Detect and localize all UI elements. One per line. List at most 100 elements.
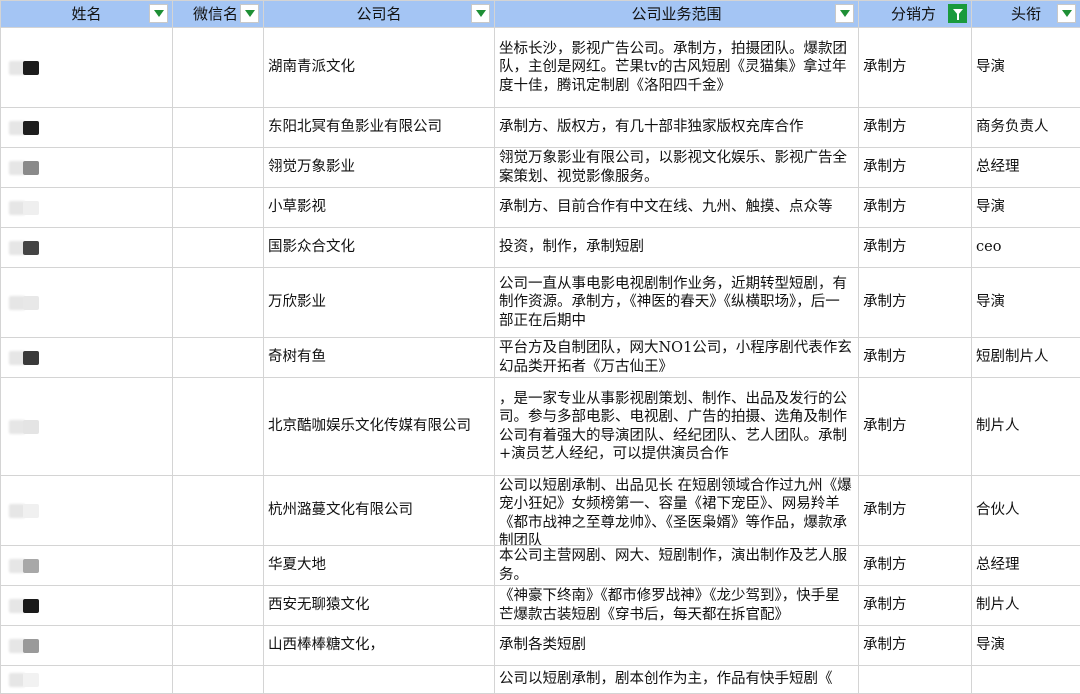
wechat-cell[interactable] <box>173 228 264 268</box>
scope-cell[interactable]: 坐标长沙，影视广告公司。承制方，拍摄团队。爆款团队，主创是网红。芒果tv的古风短… <box>495 28 859 108</box>
scope-cell[interactable]: 承制方、版权方，有几十部非独家版权充库合作 <box>495 108 859 148</box>
scope-cell[interactable]: 《神豪下终南》《都市修罗战神》《龙少驾到》，快手星芒爆款古装短剧《穿书后，每天都… <box>495 586 859 626</box>
scope-cell[interactable]: 承制各类短剧 <box>495 626 859 666</box>
title-cell[interactable]: 导演 <box>972 188 1080 228</box>
title-cell[interactable]: 商务负责人 <box>972 108 1080 148</box>
company-cell[interactable] <box>264 666 495 694</box>
company-text: 湖南青派文化 <box>268 59 355 75</box>
company-cell[interactable]: 北京酷咖娱乐文化传媒有限公司 <box>264 378 495 476</box>
wechat-cell[interactable] <box>173 626 264 666</box>
table-row[interactable]: 东阳北冥有鱼影业有限公司承制方、版权方，有几十部非独家版权充库合作承制方商务负责… <box>1 108 1080 148</box>
company-cell[interactable]: 湖南青派文化 <box>264 28 495 108</box>
title-cell[interactable]: 总经理 <box>972 546 1080 586</box>
scope-cell[interactable]: 本公司主营网剧、网大、短剧制作，演出制作及艺人服务。 <box>495 546 859 586</box>
filter-active-button[interactable] <box>948 4 967 23</box>
company-cell[interactable]: 西安无聊猿文化 <box>264 586 495 626</box>
distributor-cell[interactable]: 承制方 <box>859 108 972 148</box>
distributor-cell[interactable]: 承制方 <box>859 148 972 188</box>
wechat-cell[interactable] <box>173 28 264 108</box>
name-cell[interactable] <box>1 626 173 666</box>
distributor-cell[interactable]: 承制方 <box>859 228 972 268</box>
company-cell[interactable]: 小草影视 <box>264 188 495 228</box>
wechat-cell[interactable] <box>173 476 264 546</box>
filter-dropdown-button[interactable] <box>149 4 168 23</box>
name-cell[interactable] <box>1 378 173 476</box>
name-cell[interactable] <box>1 338 173 378</box>
title-cell[interactable]: 导演 <box>972 268 1080 338</box>
company-cell[interactable]: 华夏大地 <box>264 546 495 586</box>
scope-cell[interactable]: 承制方、目前合作有中文在线、九州、触摸、点众等 <box>495 188 859 228</box>
table-row[interactable]: 山西棒棒糖文化，承制各类短剧承制方导演 <box>1 626 1080 666</box>
distributor-cell[interactable]: 承制方 <box>859 338 972 378</box>
name-cell[interactable] <box>1 546 173 586</box>
wechat-cell[interactable] <box>173 108 264 148</box>
table-row[interactable]: 国影众合文化投资，制作，承制短剧承制方ceo <box>1 228 1080 268</box>
title-cell[interactable]: 制片人 <box>972 378 1080 476</box>
company-cell[interactable]: 山西棒棒糖文化， <box>264 626 495 666</box>
company-cell[interactable]: 奇树有鱼 <box>264 338 495 378</box>
title-cell[interactable]: 制片人 <box>972 586 1080 626</box>
distributor-cell[interactable]: 承制方 <box>859 378 972 476</box>
title-cell[interactable]: 总经理 <box>972 148 1080 188</box>
distributor-cell[interactable]: 承制方 <box>859 28 972 108</box>
table-row[interactable]: 翎觉万象影业翎觉万象影业有限公司，以影视文化娱乐、影视广告全案策划、视觉影像服务… <box>1 148 1080 188</box>
table-row[interactable]: 湖南青派文化 坐标长沙，影视广告公司。承制方，拍摄团队。爆款团队，主创是网红。芒果… <box>1 28 1080 108</box>
scope-cell[interactable]: 公司以短剧承制，剧本创作为主，作品有快手短剧《 <box>495 666 859 694</box>
filter-dropdown-button[interactable] <box>240 4 259 23</box>
distributor-cell[interactable] <box>859 666 972 694</box>
wechat-cell[interactable] <box>173 586 264 626</box>
name-cell[interactable] <box>1 148 173 188</box>
name-cell[interactable] <box>1 228 173 268</box>
wechat-cell[interactable] <box>173 148 264 188</box>
title-cell[interactable] <box>972 666 1080 694</box>
name-cell[interactable] <box>1 476 173 546</box>
scope-cell[interactable]: 公司一直从事电影电视剧制作业务，近期转型短剧，有制作资源。承制方，《神医的春天》… <box>495 268 859 338</box>
title-cell[interactable]: 合伙人 <box>972 476 1080 546</box>
scope-cell[interactable]: 平台方及自制团队，网大NO1公司，小程序剧代表作玄幻品类开拓者《万古仙王》 <box>495 338 859 378</box>
table-row[interactable]: 杭州潞蔓文化有限公司公司以短剧承制、出品见长 在短剧领域合作过九州《爆宠小狂妃》… <box>1 476 1080 546</box>
company-cell[interactable]: 翎觉万象影业 <box>264 148 495 188</box>
distributor-cell[interactable]: 承制方 <box>859 626 972 666</box>
title-cell[interactable]: 短剧制片人 <box>972 338 1080 378</box>
distributor-cell[interactable]: 承制方 <box>859 586 972 626</box>
distributor-cell[interactable]: 承制方 <box>859 268 972 338</box>
name-cell[interactable] <box>1 188 173 228</box>
scope-cell[interactable]: 投资，制作，承制短剧 <box>495 228 859 268</box>
wechat-cell[interactable] <box>173 338 264 378</box>
title-cell[interactable]: ceo <box>972 228 1080 268</box>
distributor-cell[interactable]: 承制方 <box>859 188 972 228</box>
table-row[interactable]: 西安无聊猿文化《神豪下终南》《都市修罗战神》《龙少驾到》，快手星芒爆款古装短剧《… <box>1 586 1080 626</box>
scope-cell[interactable]: 翎觉万象影业有限公司，以影视文化娱乐、影视广告全案策划、视觉影像服务。 <box>495 148 859 188</box>
scope-cell[interactable]: 公司以短剧承制、出品见长 在短剧领域合作过九州《爆宠小狂妃》女频榜第一、容量《裙… <box>495 476 859 546</box>
filter-dropdown-button[interactable] <box>1057 4 1076 23</box>
name-cell[interactable] <box>1 28 173 108</box>
title-cell[interactable]: 导演 <box>972 28 1080 108</box>
title-cell[interactable]: 导演 <box>972 626 1080 666</box>
company-cell[interactable]: 东阳北冥有鱼影业有限公司 <box>264 108 495 148</box>
name-cell[interactable] <box>1 268 173 338</box>
scope-cell[interactable]: ，是一家专业从事影视剧策划、制作、出品及发行的公司。参与多部电影、电视剧、广告的… <box>495 378 859 476</box>
name-cell[interactable] <box>1 586 173 626</box>
table-row[interactable]: 华夏大地本公司主营网剧、网大、短剧制作，演出制作及艺人服务。承制方总经理 <box>1 546 1080 586</box>
name-cell[interactable] <box>1 108 173 148</box>
company-cell[interactable]: 国影众合文化 <box>264 228 495 268</box>
name-cell[interactable] <box>1 666 173 694</box>
dropdown-arrow-icon <box>840 10 850 17</box>
wechat-cell[interactable] <box>173 378 264 476</box>
table-row[interactable]: 奇树有鱼平台方及自制团队，网大NO1公司，小程序剧代表作玄幻品类开拓者《万古仙王… <box>1 338 1080 378</box>
table-row[interactable]: 万欣影业公司一直从事电影电视剧制作业务，近期转型短剧，有制作资源。承制方，《神医… <box>1 268 1080 338</box>
wechat-cell[interactable] <box>173 666 264 694</box>
filter-dropdown-button[interactable] <box>471 4 490 23</box>
title-text: 总经理 <box>976 159 1020 175</box>
wechat-cell[interactable] <box>173 268 264 338</box>
table-row[interactable]: 北京酷咖娱乐文化传媒有限公司，是一家专业从事影视剧策划、制作、出品及发行的公司。… <box>1 378 1080 476</box>
distributor-cell[interactable]: 承制方 <box>859 546 972 586</box>
wechat-cell[interactable] <box>173 188 264 228</box>
company-cell[interactable]: 杭州潞蔓文化有限公司 <box>264 476 495 546</box>
wechat-cell[interactable] <box>173 546 264 586</box>
table-row[interactable]: 公司以短剧承制，剧本创作为主，作品有快手短剧《 <box>1 666 1080 694</box>
filter-dropdown-button[interactable] <box>835 4 854 23</box>
distributor-cell[interactable]: 承制方 <box>859 476 972 546</box>
table-row[interactable]: 小草影视承制方、目前合作有中文在线、九州、触摸、点众等承制方导演 <box>1 188 1080 228</box>
company-cell[interactable]: 万欣影业 <box>264 268 495 338</box>
